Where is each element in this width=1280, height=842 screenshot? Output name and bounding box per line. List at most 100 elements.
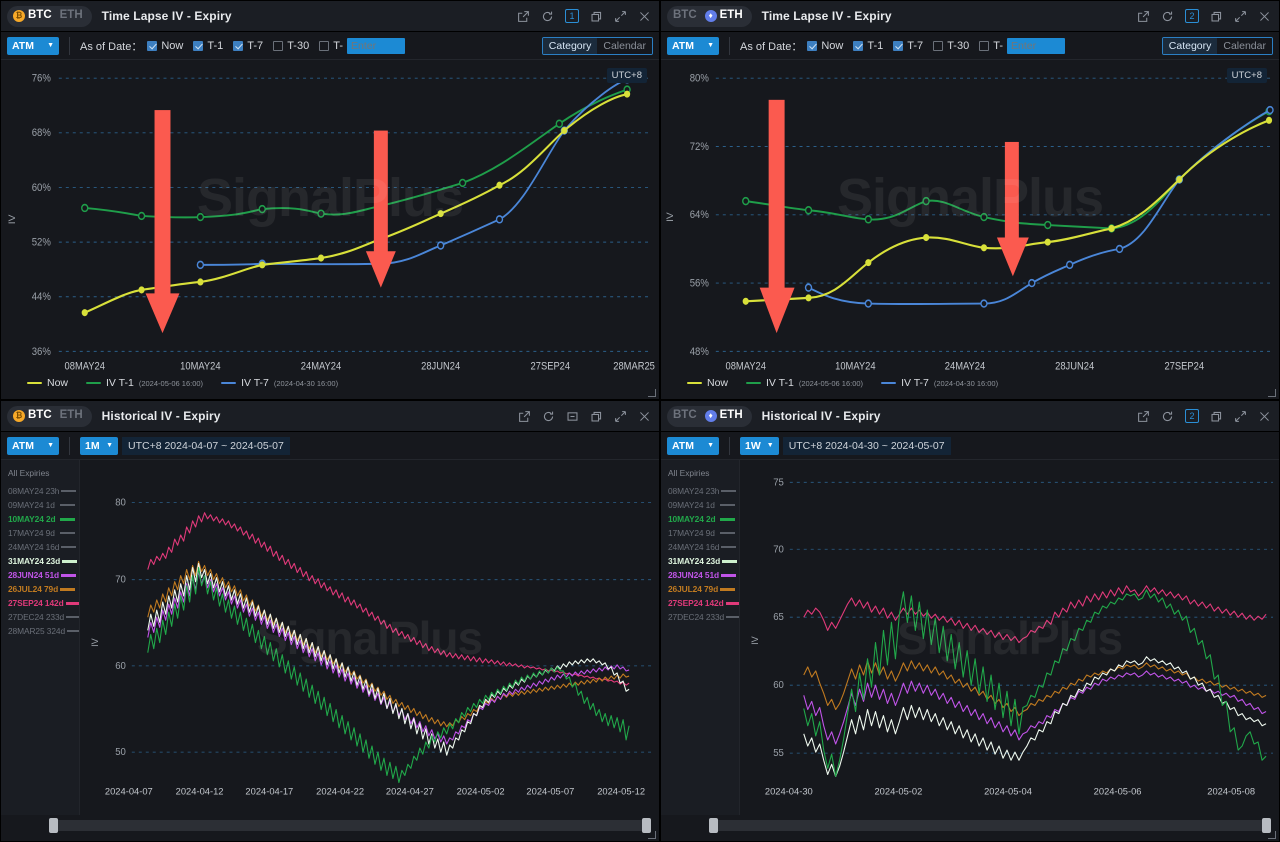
moneyness-select[interactable]: ATM ▼ — [667, 437, 719, 455]
checkbox-t1[interactable]: T-1 — [193, 40, 223, 52]
view-mode-calendar[interactable]: Calendar — [1217, 38, 1272, 54]
expiry-item[interactable]: 26JUL24 79d — [661, 582, 739, 596]
view-mode-toggle[interactable]: Category Calendar — [1162, 37, 1273, 55]
asset-eth[interactable]: ♦ ETH — [703, 410, 745, 422]
close-icon[interactable] — [1258, 410, 1271, 423]
checkbox-t7-box[interactable] — [893, 41, 903, 51]
refresh-icon[interactable] — [1161, 410, 1174, 423]
expand-icon[interactable] — [1234, 10, 1247, 23]
close-icon[interactable] — [1258, 10, 1271, 23]
checkbox-t30-box[interactable] — [933, 41, 943, 51]
tcustom-input[interactable] — [1007, 38, 1065, 54]
asset-btc[interactable]: BTC — [671, 410, 699, 422]
expiry-item[interactable]: 26JUL24 79d — [1, 582, 79, 596]
window-count-icon[interactable]: 1 — [565, 9, 579, 23]
expiry-item[interactable]: 27DEC24 233d — [661, 610, 739, 624]
expiry-item[interactable]: 24MAY24 16d — [661, 540, 739, 554]
view-mode-calendar[interactable]: Calendar — [597, 38, 652, 54]
scrollbar-track[interactable] — [711, 820, 1269, 831]
asset-eth[interactable]: ETH — [58, 10, 85, 22]
scrollbar-handle-right[interactable] — [642, 818, 651, 833]
view-mode-toggle[interactable]: Category Calendar — [542, 37, 653, 55]
moneyness-select[interactable]: ATM ▼ — [7, 37, 59, 55]
window-count-icon[interactable]: 2 — [1185, 409, 1199, 423]
checkbox-t1[interactable]: T-1 — [853, 40, 883, 52]
moneyness-select[interactable]: ATM ▼ — [7, 437, 59, 455]
checkbox-t7-box[interactable] — [233, 41, 243, 51]
expiry-item[interactable]: 28JUN24 51d — [661, 568, 739, 582]
external-link-icon[interactable] — [1137, 410, 1150, 423]
checkbox-t1-box[interactable] — [853, 41, 863, 51]
duplicate-icon[interactable] — [1210, 10, 1223, 23]
asset-toggle[interactable]: ₿ BTC ETH — [7, 6, 92, 27]
asset-toggle[interactable]: ₿ BTC ETH — [7, 406, 92, 427]
refresh-icon[interactable] — [541, 10, 554, 23]
chart-area[interactable]: SignalPlus 75 70 65 60 55 IV — [740, 460, 1279, 815]
checkbox-t30[interactable]: T-30 — [273, 40, 309, 52]
duplicate-icon[interactable] — [1210, 410, 1223, 423]
expiry-item[interactable]: 08MAY24 23h — [661, 484, 739, 498]
legend-item-now[interactable]: Now — [27, 377, 68, 389]
expiry-item[interactable]: 08MAY24 23h — [1, 484, 79, 498]
moneyness-select[interactable]: ATM ▼ — [667, 37, 719, 55]
external-link-icon[interactable] — [1137, 10, 1150, 23]
view-mode-category[interactable]: Category — [1163, 38, 1218, 54]
expand-icon[interactable] — [614, 410, 627, 423]
expand-icon[interactable] — [1234, 410, 1247, 423]
expiry-item[interactable]: 31MAY24 23d — [661, 554, 739, 568]
scrollbar-track[interactable] — [51, 820, 649, 831]
asset-eth[interactable]: ♦ ETH — [703, 10, 745, 22]
expiry-item[interactable]: 10MAY24 2d — [661, 512, 739, 526]
checkbox-tcustom-box[interactable] — [979, 41, 989, 51]
chart-area[interactable]: SignalPlus 80 70 60 50 IV — [80, 460, 659, 815]
checkbox-t30[interactable]: T-30 — [933, 40, 969, 52]
legend-item-t1[interactable]: IV T-1 (2024-05-06 16:00) — [86, 377, 203, 389]
period-select[interactable]: 1M ▼ — [80, 437, 118, 455]
expiry-item[interactable]: 09MAY24 1d — [661, 498, 739, 512]
chart-area[interactable]: SignalPlus UTC+8 80% 72% 64% 56% 48% — [661, 60, 1279, 373]
scrollbar-handle-left[interactable] — [709, 818, 718, 833]
legend-item-t7[interactable]: IV T-7 (2024-04-30 16:00) — [221, 377, 338, 389]
expiry-list-eth[interactable]: All Expiries 08MAY24 23h 09MAY24 1d 10MA… — [661, 460, 740, 815]
close-icon[interactable] — [638, 10, 651, 23]
checkbox-tcustom-box[interactable] — [319, 41, 329, 51]
refresh-icon[interactable] — [542, 410, 555, 423]
expiry-item[interactable]: 17MAY24 9d — [1, 526, 79, 540]
checkbox-t30-box[interactable] — [273, 41, 283, 51]
checkbox-tcustom[interactable]: T- — [979, 38, 1065, 54]
checkbox-now[interactable]: Now — [147, 40, 183, 52]
expiry-item[interactable]: 27DEC24 233d — [1, 610, 79, 624]
legend-item-now[interactable]: Now — [687, 377, 728, 389]
expiry-item[interactable]: 27SEP24 142d — [661, 596, 739, 610]
date-range-display[interactable]: UTC+8 2024-04-30 ~ 2024-05-07 — [783, 437, 951, 455]
external-link-icon[interactable] — [518, 410, 531, 423]
tcustom-input[interactable] — [347, 38, 405, 54]
checkbox-t1-box[interactable] — [193, 41, 203, 51]
legend-item-t1[interactable]: IV T-1 (2024-05-06 16:00) — [746, 377, 863, 389]
period-select[interactable]: 1W ▼ — [740, 437, 779, 455]
legend-item-t7[interactable]: IV T-7 (2024-04-30 16:00) — [881, 377, 998, 389]
date-range-display[interactable]: UTC+8 2024-04-07 ~ 2024-05-07 — [122, 437, 290, 455]
duplicate-icon[interactable] — [590, 10, 603, 23]
scrollbar-handle-right[interactable] — [1262, 818, 1271, 833]
expiry-item[interactable]: 17MAY24 9d — [661, 526, 739, 540]
asset-btc[interactable]: ₿ BTC — [11, 410, 54, 422]
checkbox-now[interactable]: Now — [807, 40, 843, 52]
checkbox-t7[interactable]: T-7 — [893, 40, 923, 52]
expiry-item[interactable]: 09MAY24 1d — [1, 498, 79, 512]
range-scrollbar-eth[interactable] — [661, 815, 1279, 841]
minimize-box-icon[interactable] — [566, 410, 579, 423]
asset-toggle[interactable]: BTC ♦ ETH — [667, 6, 752, 27]
expiry-item[interactable]: 28MAR25 324d — [1, 624, 79, 638]
refresh-icon[interactable] — [1161, 10, 1174, 23]
asset-eth[interactable]: ETH — [58, 410, 85, 422]
asset-toggle[interactable]: BTC ♦ ETH — [667, 406, 752, 427]
checkbox-now-box[interactable] — [147, 41, 157, 51]
checkbox-now-box[interactable] — [807, 41, 817, 51]
expiry-item[interactable]: 31MAY24 23d — [1, 554, 79, 568]
expand-icon[interactable] — [614, 10, 627, 23]
expiry-item[interactable]: 27SEP24 142d — [1, 596, 79, 610]
range-scrollbar-btc[interactable] — [1, 815, 659, 841]
external-link-icon[interactable] — [517, 10, 530, 23]
window-count-icon[interactable]: 2 — [1185, 9, 1199, 23]
